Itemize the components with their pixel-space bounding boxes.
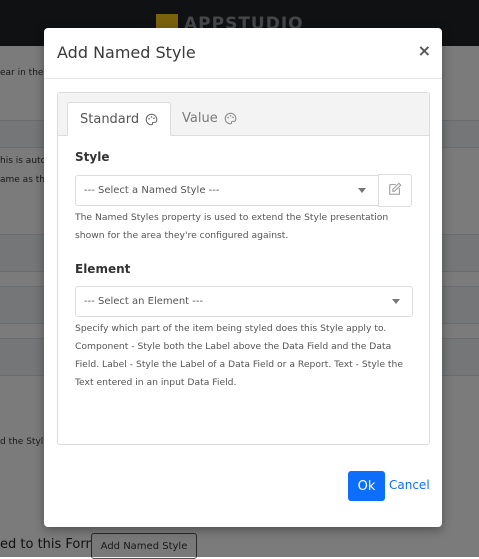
style-help-text: The Named Styles property is used to ext…: [75, 212, 389, 241]
element-select[interactable]: --- Select an Element ---: [75, 286, 413, 317]
named-style-select[interactable]: --- Select a Named Style ---: [75, 175, 379, 206]
chevron-down-icon: [392, 299, 400, 304]
tab-standard[interactable]: Standard: [67, 102, 172, 136]
style-field-label: Style: [75, 150, 110, 164]
modal-title: Add Named Style: [57, 43, 196, 62]
close-icon[interactable]: ×: [418, 41, 431, 60]
style-panel: Standard Value Style --- Select a Named …: [57, 92, 430, 445]
cancel-button[interactable]: Cancel: [389, 478, 430, 492]
named-style-select-value: --- Select a Named Style ---: [84, 185, 220, 196]
palette-icon: [224, 112, 237, 125]
palette-icon: [145, 113, 158, 126]
ok-button[interactable]: Ok: [348, 471, 385, 501]
tab-label: Standard: [80, 111, 140, 127]
edit-icon: [388, 181, 402, 200]
edit-style-button[interactable]: [378, 174, 412, 207]
element-help-text: Specify which part of the item being sty…: [75, 323, 403, 388]
tab-bar: Standard Value: [58, 93, 429, 136]
tab-label: Value: [182, 111, 218, 126]
chevron-down-icon: [358, 188, 366, 193]
add-named-style-dialog: Add Named Style × Standard Value Style -…: [44, 28, 442, 527]
modal-header: Add Named Style ×: [44, 28, 442, 79]
tab-value[interactable]: Value: [170, 102, 249, 135]
element-select-value: --- Select an Element ---: [84, 296, 204, 307]
element-field-label: Element: [75, 262, 131, 276]
